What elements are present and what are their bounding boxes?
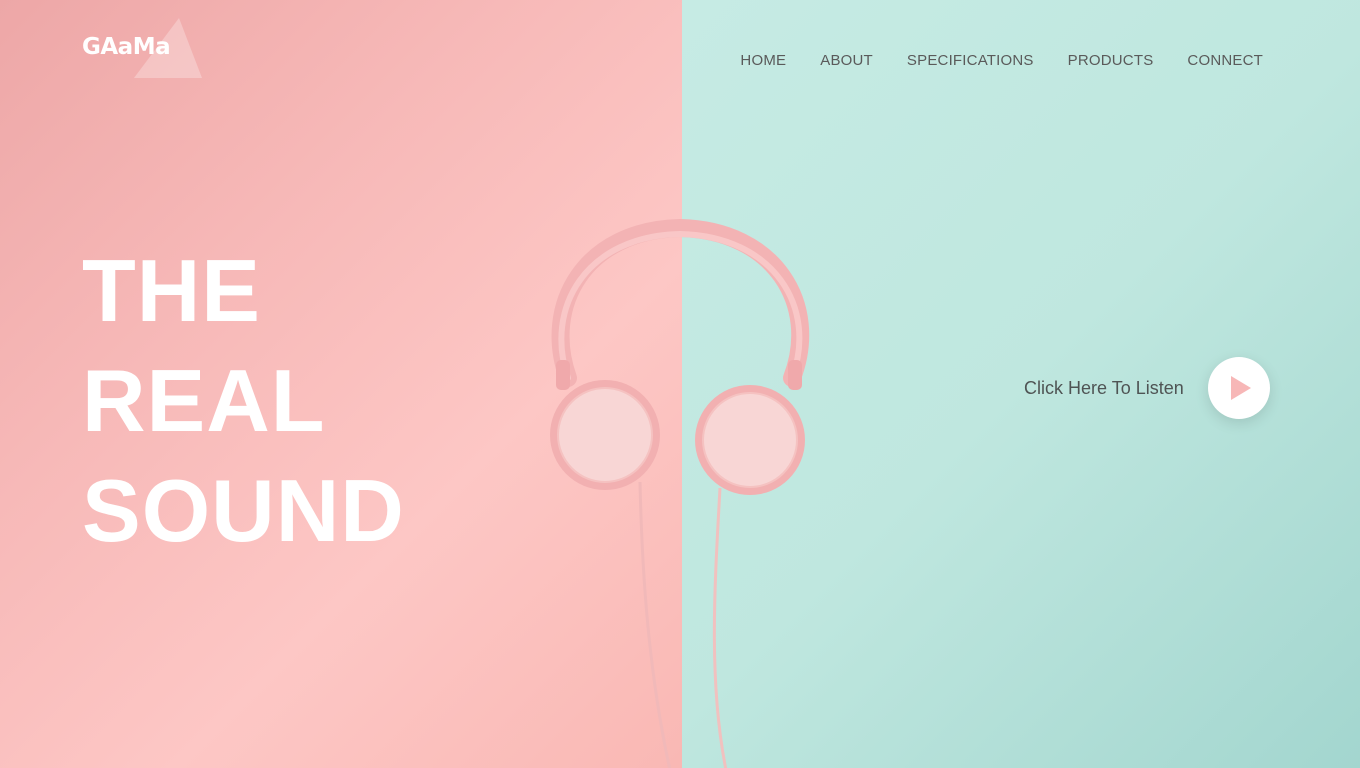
- listen-cta: Click Here To Listen: [1024, 357, 1270, 419]
- hero-line-3: SOUND: [82, 461, 405, 560]
- nav-home[interactable]: HOME: [740, 52, 786, 69]
- hero-line-1: THE: [82, 241, 261, 340]
- play-icon: [1230, 376, 1251, 400]
- nav-about[interactable]: ABOUT: [820, 52, 873, 69]
- play-button[interactable]: [1207, 357, 1270, 419]
- headphones-image: [530, 210, 830, 768]
- hero-heading: THE REAL SOUND: [82, 236, 405, 566]
- brand-logo[interactable]: GAaMa: [82, 18, 212, 82]
- listen-label[interactable]: Click Here To Listen: [1024, 378, 1184, 399]
- nav-products[interactable]: PRODUCTS: [1068, 52, 1154, 69]
- nav-specifications[interactable]: SPECIFICATIONS: [907, 52, 1034, 69]
- logo-text: GAaMa: [82, 34, 171, 60]
- main-nav: HOME ABOUT SPECIFICATIONS PRODUCTS CONNE…: [740, 52, 1263, 69]
- hero-line-2: REAL: [82, 351, 326, 450]
- nav-connect[interactable]: CONNECT: [1187, 52, 1263, 69]
